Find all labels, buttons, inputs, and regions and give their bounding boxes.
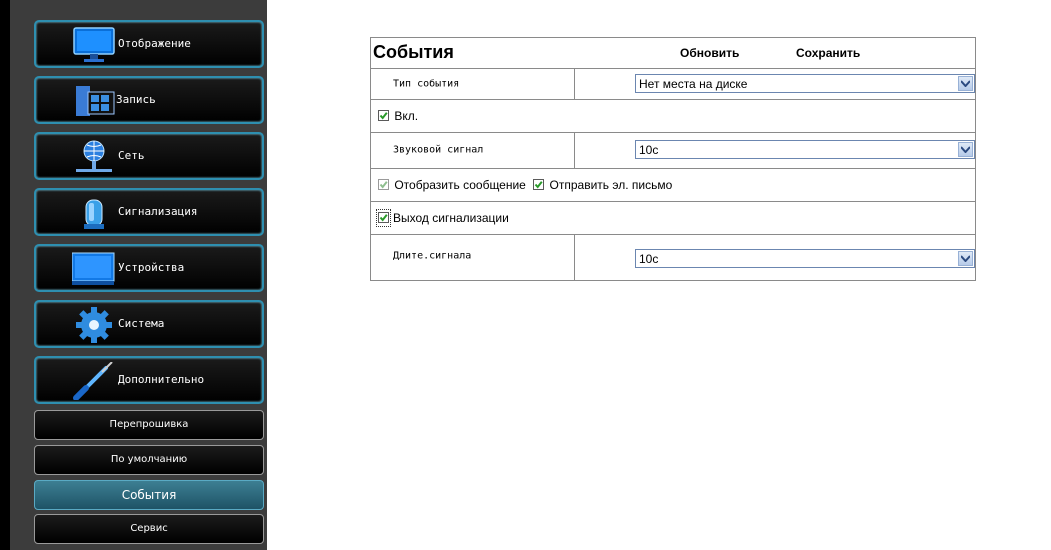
- notify-row: Отобразить сообщение Отправить эл. письм…: [371, 168, 975, 202]
- sub-events-button[interactable]: События: [34, 480, 264, 510]
- duration-label: Длите.сигнала: [393, 250, 472, 262]
- panel-header: События Обновить Сохранить: [371, 38, 975, 69]
- duration-row: Длите.сигнала 10с: [371, 234, 975, 280]
- nav-advanced-label: Дополнительно: [118, 373, 205, 386]
- display-device-icon: [72, 252, 115, 285]
- event-type-label: Тип события: [393, 78, 460, 89]
- beep-row: Звуковой сигнал 10с: [371, 132, 975, 169]
- enable-row: Вкл.: [371, 99, 975, 133]
- alarm-out-label: Выход сигнализации: [393, 211, 509, 225]
- nav-advanced-button[interactable]: Дополнительно: [34, 356, 264, 404]
- alarm-out-row: Выход сигнализации: [371, 201, 975, 235]
- nav-network-label: Сеть: [118, 149, 145, 162]
- screwdriver-icon: [73, 362, 113, 400]
- beep-value: 10с: [639, 143, 659, 157]
- sub-firmware-button[interactable]: Перепрошивка: [34, 410, 264, 440]
- nav-network-button[interactable]: Сеть: [34, 132, 264, 180]
- chevron-down-icon[interactable]: [958, 251, 973, 266]
- nav-system-label: Система: [118, 317, 165, 330]
- alarm-out-checkbox[interactable]: [378, 212, 389, 223]
- sub-service-button[interactable]: Сервис: [34, 514, 264, 544]
- duration-value: 10с: [639, 252, 659, 266]
- nav-record-button[interactable]: Запись: [34, 76, 264, 124]
- duration-select[interactable]: 10с: [635, 249, 975, 268]
- nav-system-button[interactable]: Система: [34, 300, 264, 348]
- nav-display-button[interactable]: Отображение: [34, 20, 264, 68]
- globe-network-icon: [76, 140, 112, 172]
- nav-alarm-button[interactable]: Сигнализация: [34, 188, 264, 236]
- nav-alarm-label: Сигнализация: [118, 205, 198, 218]
- nav-devices-label: Устройства: [118, 261, 185, 274]
- nav-devices-button[interactable]: Устройства: [34, 244, 264, 292]
- refresh-button[interactable]: Обновить: [680, 46, 739, 60]
- send-email-label: Отправить эл. письмо: [549, 178, 673, 192]
- nav-record-label: Запись: [116, 93, 156, 106]
- chevron-down-icon[interactable]: [958, 76, 973, 91]
- film-icon: [76, 86, 115, 116]
- events-panel: События Обновить Сохранить Тип события Н…: [370, 37, 976, 281]
- enable-label: Вкл.: [394, 109, 419, 123]
- enable-checkbox[interactable]: [378, 110, 389, 121]
- beep-select[interactable]: 10с: [635, 140, 975, 159]
- event-type-value: Нет места на диске: [639, 77, 748, 91]
- beep-label: Звуковой сигнал: [393, 144, 484, 156]
- gear-icon: [76, 307, 112, 343]
- show-message-checkbox[interactable]: [378, 179, 389, 190]
- monitor-icon: [73, 27, 115, 62]
- nav-display-label: Отображение: [118, 37, 191, 50]
- send-email-checkbox[interactable]: [533, 179, 545, 190]
- sub-defaults-button[interactable]: По умолчанию: [34, 445, 264, 475]
- event-type-select[interactable]: Нет места на диске: [635, 74, 975, 93]
- show-message-label: Отобразить сообщение: [394, 178, 526, 192]
- page-title: События: [373, 42, 454, 62]
- alarm-siren-icon: [84, 199, 104, 229]
- chevron-down-icon[interactable]: [958, 142, 973, 157]
- sidebar: Отображение Запись Сеть Сигнализация Уст…: [10, 0, 267, 550]
- save-button[interactable]: Сохранить: [796, 46, 860, 60]
- event-type-row: Тип события Нет места на диске: [371, 68, 975, 100]
- main-content: События Обновить Сохранить Тип события Н…: [267, 0, 1051, 550]
